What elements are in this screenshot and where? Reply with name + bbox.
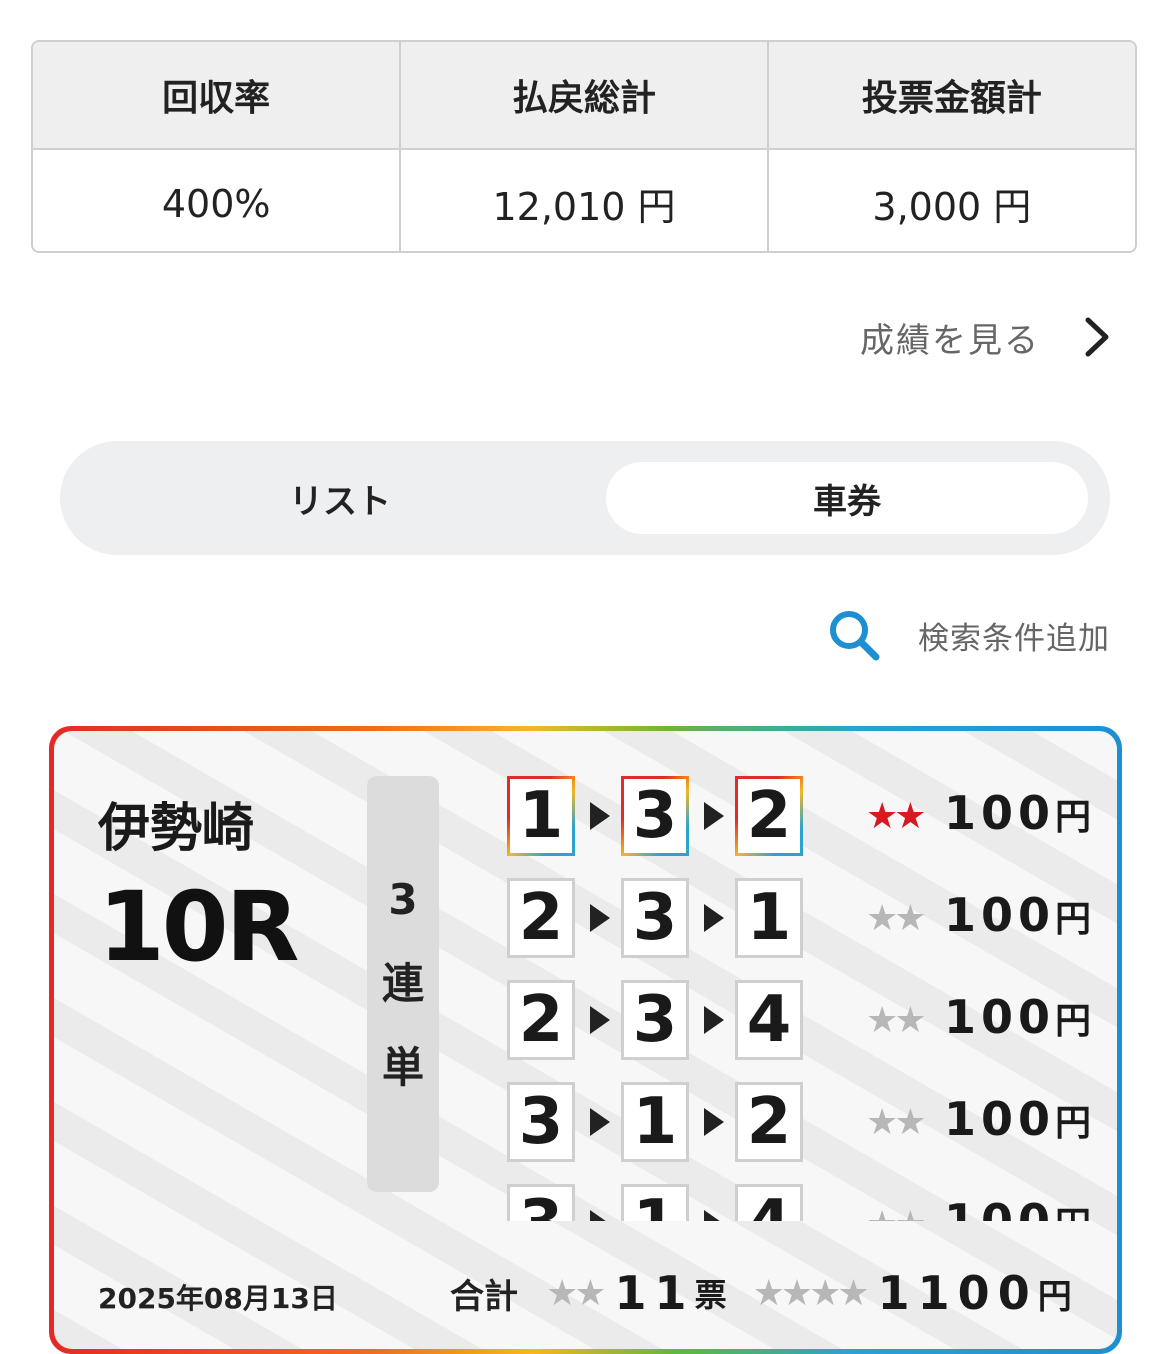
- bike-number-box: 1: [735, 878, 803, 958]
- chevron-right-icon: [1085, 317, 1109, 357]
- total-amount-unit: 円: [1037, 1276, 1072, 1317]
- tab-ticket[interactable]: 車券: [606, 462, 1088, 534]
- row-amount-value: 100: [944, 1092, 1056, 1146]
- total-summary: 合計 ★★ 11 票 ★★★★ 1100 円: [450, 1263, 1072, 1323]
- header-recovery-rate: 回収率: [33, 42, 402, 150]
- bike-number-box: 3: [507, 1184, 575, 1221]
- value-recovery-rate: 400%: [33, 149, 402, 251]
- row-amount-unit: 円: [1055, 1103, 1092, 1144]
- bet-row[interactable]: 2 3 4 ★★ 100円: [504, 980, 1117, 1064]
- header-payout-total: 払戻総計: [400, 42, 769, 150]
- row-amount: 100円: [944, 888, 1091, 942]
- bike-number-box: 2: [735, 1082, 803, 1162]
- total-amount: 1100: [877, 1266, 1038, 1320]
- row-stars: ★★: [866, 1000, 927, 1041]
- order-arrow-icon: [590, 904, 610, 932]
- bike-number-box: 2: [507, 878, 575, 958]
- total-count: 11: [614, 1266, 695, 1320]
- order-arrow-icon: [590, 1108, 610, 1136]
- row-stars: ★★: [866, 898, 927, 939]
- value-bet-total: 3,000 円: [872, 185, 1032, 229]
- race-number: 10R: [98, 871, 300, 983]
- bet-type-badge: 3 連 単: [367, 776, 439, 1192]
- bet-rows[interactable]: 132★★100円231★★100円234★★100円312★★100円314★…: [504, 776, 1117, 1221]
- race-date: 2025年08月13日: [98, 1282, 338, 1315]
- order-arrow-icon: [590, 802, 610, 830]
- row-amount-unit: 円: [1055, 1205, 1091, 1221]
- order-arrow-icon: [704, 802, 724, 830]
- bet-row[interactable]: 3 1 2 ★★ 100円: [504, 1082, 1117, 1166]
- bet-type-char: 単: [381, 1043, 424, 1092]
- bike-number-box: 1: [621, 1082, 689, 1162]
- order-arrow-icon: [590, 1006, 610, 1034]
- row-amount-value: 100: [944, 1194, 1056, 1221]
- bike-number-box: 2: [507, 980, 575, 1060]
- bike-number-box: 1: [507, 776, 575, 856]
- row-stars: ★★: [866, 796, 927, 837]
- order-arrow-icon: [704, 1210, 724, 1221]
- order-arrow-icon: [704, 1006, 724, 1034]
- row-amount-value: 100: [944, 786, 1056, 840]
- bike-number-box: 2: [735, 776, 803, 856]
- add-search-condition-label: 検索条件追加: [918, 620, 1110, 657]
- row-amount: 100円: [944, 786, 1091, 840]
- order-arrow-icon: [704, 1108, 724, 1136]
- bet-row[interactable]: 2 3 1 ★★ 100円: [504, 878, 1117, 962]
- tab-list[interactable]: リスト: [90, 462, 590, 534]
- bet-type-char: 連: [381, 959, 424, 1008]
- row-amount: 100円: [944, 1092, 1091, 1146]
- order-arrow-icon: [704, 904, 724, 932]
- row-stars: ★★: [866, 1102, 927, 1143]
- total-label: 合計: [450, 1276, 518, 1317]
- add-search-condition-button[interactable]: 検索条件追加: [826, 605, 1110, 665]
- row-amount-value: 100: [944, 990, 1056, 1044]
- row-amount-unit: 円: [1055, 797, 1092, 838]
- bet-row[interactable]: 1 3 2 ★★ 100円: [504, 776, 1117, 860]
- row-amount: 100円: [944, 990, 1091, 1044]
- bike-number-box: 3: [621, 980, 689, 1060]
- venue-name: 伊勢崎: [98, 799, 255, 859]
- bet-type-char: 3: [388, 875, 418, 924]
- bike-number-box: 3: [621, 878, 689, 958]
- row-amount: 100円: [944, 1194, 1091, 1221]
- header-bet-total: 投票金額計: [767, 42, 1135, 150]
- bike-number-box: 3: [507, 1082, 575, 1162]
- bet-row[interactable]: 3 1 4 ★★ 100円: [504, 1184, 1117, 1221]
- row-stars: ★★: [866, 1204, 927, 1221]
- bike-number-box: 3: [621, 776, 689, 856]
- search-icon: [830, 611, 880, 661]
- view-results-label: 成績を見る: [860, 320, 1040, 361]
- row-amount-unit: 円: [1055, 1001, 1092, 1042]
- bike-number-box: 4: [735, 1184, 803, 1221]
- view-toggle: リスト 車券: [60, 441, 1110, 555]
- total-amount-stars: ★★★★: [752, 1272, 870, 1314]
- summary-table: 回収率 払戻総計 投票金額計 400% 12,010 円 3,000 円: [31, 40, 1137, 253]
- value-payout-total: 12,010 円: [400, 149, 769, 251]
- bike-number-box: 1: [621, 1184, 689, 1221]
- total-count-stars: ★★: [546, 1272, 607, 1314]
- row-amount-unit: 円: [1055, 899, 1092, 940]
- order-arrow-icon: [590, 1210, 610, 1221]
- total-count-unit: 票: [694, 1276, 727, 1314]
- row-amount-value: 100: [944, 888, 1056, 942]
- view-results-link[interactable]: 成績を見る: [860, 310, 1112, 364]
- bike-number-box: 4: [735, 980, 803, 1060]
- ticket-card[interactable]: 伊勢崎 10R 3 連 単 1 3 2 ★★ 100円 2 3 1 ★★ 100円 2 3 4 ★★ 100…: [49, 726, 1122, 1354]
